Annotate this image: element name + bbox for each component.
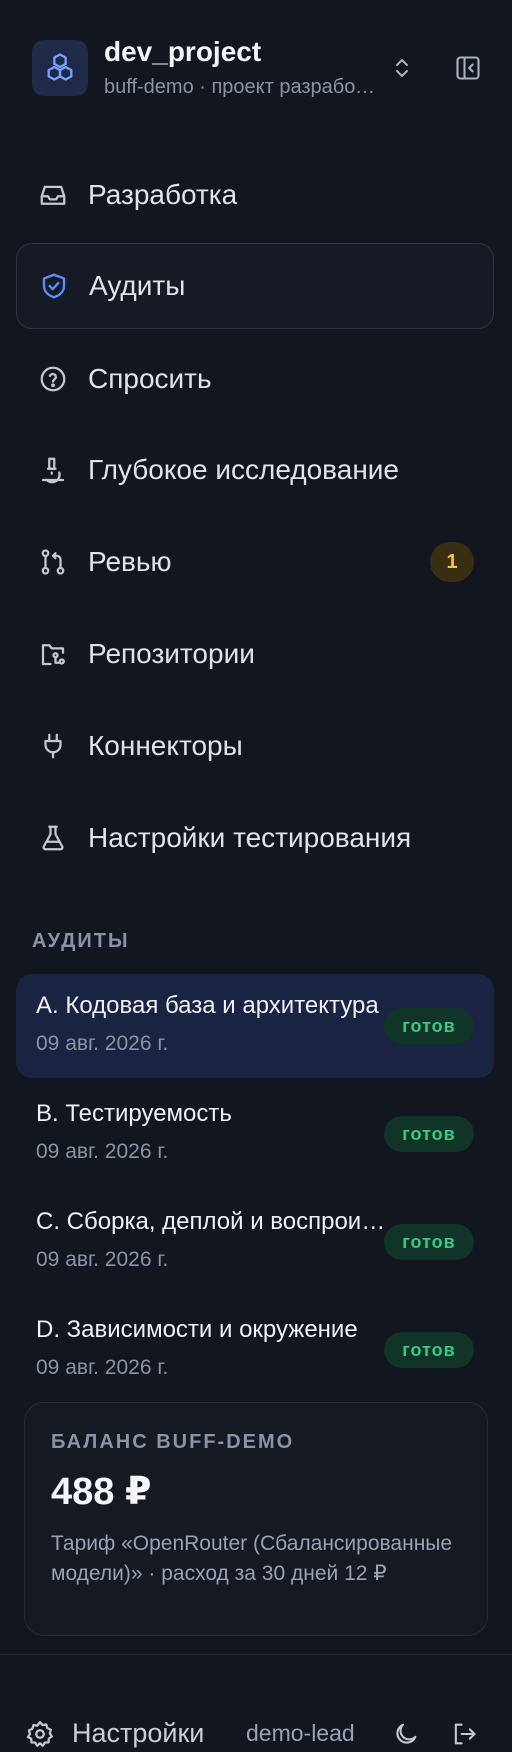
nav-item-label: Ревью: [88, 546, 172, 577]
microscope-icon: [36, 453, 70, 487]
status-badge: готов: [384, 1224, 474, 1260]
cubes-icon: [47, 53, 73, 81]
nav-item-development[interactable]: Разработка: [16, 152, 494, 238]
audit-title: A. Кодовая база и архитектура: [36, 992, 379, 1019]
audit-item[interactable]: A. Кодовая база и архитектура 09 авг. 20…: [16, 974, 494, 1078]
footer-divider: [0, 1654, 512, 1655]
review-count-badge: 1: [430, 542, 474, 582]
balance-card: БАЛАНС BUFF-DEMO 488 ₽ Тариф «OpenRouter…: [24, 1402, 488, 1636]
nav-item-review[interactable]: Ревью 1: [16, 519, 494, 605]
folder-git-icon: [36, 637, 70, 671]
username: demo-lead: [246, 1720, 355, 1746]
nav-item-label: Аудиты: [89, 270, 186, 301]
balance-description: Тариф «OpenRouter (Сбалансированные моде…: [51, 1532, 453, 1585]
gear-icon: [26, 1721, 53, 1747]
nav-item-label: Разработка: [88, 179, 238, 210]
audits-section-title: АУДИТЫ: [32, 930, 130, 952]
status-badge: готов: [384, 1332, 474, 1368]
plug-icon: [36, 729, 70, 763]
settings-label[interactable]: Настройки: [72, 1718, 204, 1749]
audit-date: 09 авг. 2026 г.: [36, 1032, 169, 1055]
logout-button[interactable]: [446, 1716, 482, 1752]
audit-title: B. Тестируемость: [36, 1100, 232, 1127]
project-switcher-button[interactable]: [384, 50, 420, 86]
logout-icon: [454, 1723, 476, 1745]
theme-toggle-button[interactable]: [388, 1716, 424, 1752]
nav-item-test-settings[interactable]: Настройки тестирования: [16, 795, 494, 881]
audit-date: 09 авг. 2026 г.: [36, 1248, 169, 1271]
audit-title: C. Сборка, деплой и воспроизводимость: [36, 1208, 388, 1235]
sidebar-collapse-icon: [456, 56, 480, 80]
audit-date: 09 авг. 2026 г.: [36, 1356, 169, 1379]
project-subtitle: buff-demo · проект разработки: [104, 76, 376, 98]
inbox-icon: [36, 178, 70, 212]
nav-item-label: Настройки тестирования: [88, 822, 412, 853]
status-badge: готов: [384, 1008, 474, 1044]
settings-button[interactable]: [22, 1716, 58, 1752]
nav-item-label: Глубокое исследование: [88, 454, 399, 485]
nav-item-repositories[interactable]: Репозитории: [16, 611, 494, 697]
nav-item-label: Спросить: [88, 363, 212, 394]
chevron-up-down-icon: [396, 59, 408, 77]
moon-icon: [396, 1723, 417, 1744]
flask-icon: [36, 821, 70, 855]
nav-item-deep-research[interactable]: Глубокое исследование: [16, 427, 494, 513]
nav-item-label: Репозитории: [88, 638, 255, 669]
shield-check-icon: [37, 269, 71, 303]
audit-item[interactable]: D. Зависимости и окружение 09 авг. 2026 …: [16, 1298, 494, 1402]
nav-item-ask[interactable]: Спросить: [16, 336, 494, 422]
collapse-sidebar-button[interactable]: [450, 50, 486, 86]
status-badge: готов: [384, 1116, 474, 1152]
balance-amount: 488 ₽: [51, 1471, 152, 1513]
audit-item[interactable]: C. Сборка, деплой и воспроизводимость 09…: [16, 1190, 494, 1294]
nav-item-label: Коннекторы: [88, 730, 243, 761]
audit-date: 09 авг. 2026 г.: [36, 1140, 169, 1163]
balance-title: БАЛАНС BUFF-DEMO: [51, 1431, 295, 1453]
audit-item[interactable]: B. Тестируемость 09 авг. 2026 г. готов: [16, 1082, 494, 1186]
nav-item-audits[interactable]: Аудиты: [16, 243, 494, 329]
project-name[interactable]: dev_project: [104, 36, 261, 68]
project-logo: [32, 40, 88, 96]
audit-title: D. Зависимости и окружение: [36, 1316, 358, 1343]
question-circle-icon: [36, 362, 70, 396]
git-pull-request-icon: [36, 545, 70, 579]
nav-item-connectors[interactable]: Коннекторы: [16, 703, 494, 789]
